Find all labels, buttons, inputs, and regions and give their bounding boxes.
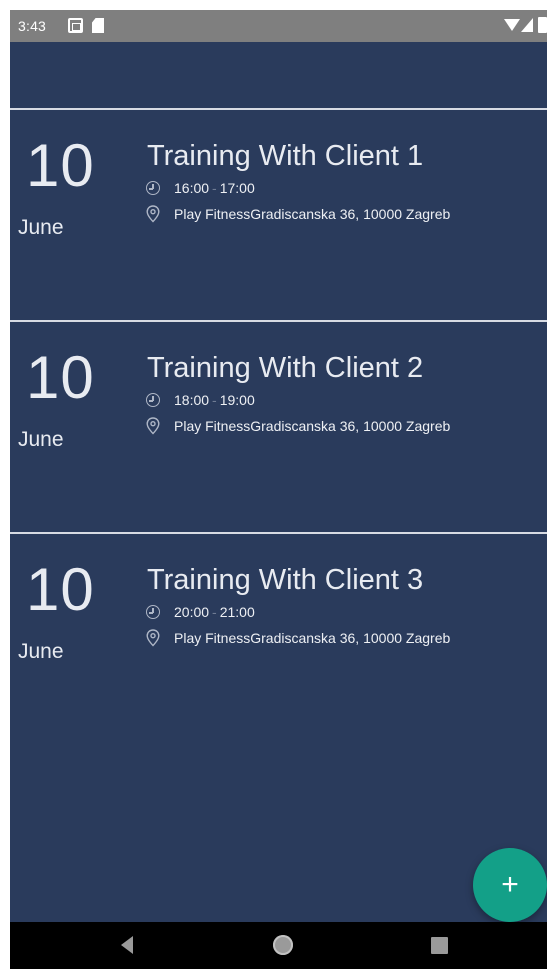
event-item[interactable]: 10 June Training With Client 1 16:00-17:… xyxy=(10,108,547,320)
event-time: 20:00-21:00 xyxy=(174,604,255,620)
phone-frame: 3:43 10 June Training With Client 1 16:0… xyxy=(0,0,547,969)
event-start-time: 20:00 xyxy=(174,604,210,620)
clock-icon xyxy=(146,181,160,195)
event-time-row: 20:00-21:00 xyxy=(146,602,255,622)
event-month: June xyxy=(18,640,64,663)
event-month: June xyxy=(18,428,64,451)
event-item[interactable]: 10 June Training With Client 2 18:00-19:… xyxy=(10,320,547,532)
time-separator: - xyxy=(212,392,217,408)
clock-icon xyxy=(146,393,160,407)
clock-icon xyxy=(146,605,160,619)
event-time: 16:00-17:00 xyxy=(174,180,255,196)
status-bar: 3:43 xyxy=(10,10,547,42)
app-screen: 3:43 10 June Training With Client 1 16:0… xyxy=(10,10,547,969)
add-event-button[interactable]: + xyxy=(473,848,547,922)
event-location: Play FitnessGradiscanska 36, 10000 Zagre… xyxy=(174,630,451,646)
status-time: 3:43 xyxy=(18,18,47,34)
event-month: June xyxy=(18,216,64,239)
event-location-row: Play FitnessGradiscanska 36, 10000 Zagre… xyxy=(146,628,450,648)
wifi-icon xyxy=(504,19,520,31)
event-day: 10 xyxy=(26,344,95,411)
event-title: Training With Client 3 xyxy=(147,564,424,596)
event-title: Training With Client 1 xyxy=(147,140,424,172)
event-item[interactable]: 10 June Training With Client 3 20:00-21:… xyxy=(10,532,547,744)
divider xyxy=(10,108,547,110)
event-time-row: 18:00-19:00 xyxy=(146,390,255,410)
location-pin-icon xyxy=(146,629,160,647)
event-location: Play FitnessGradiscanska 36, 10000 Zagre… xyxy=(174,206,451,222)
plus-icon: + xyxy=(501,868,519,901)
event-day: 10 xyxy=(26,132,95,199)
event-end-time: 19:00 xyxy=(219,392,255,408)
back-icon[interactable] xyxy=(121,936,133,954)
event-end-time: 17:00 xyxy=(219,180,255,196)
calendar-icon xyxy=(68,18,83,33)
event-location-row: Play FitnessGradiscanska 36, 10000 Zagre… xyxy=(146,416,450,436)
home-icon[interactable] xyxy=(273,935,293,955)
battery-icon xyxy=(538,17,547,33)
event-end-time: 21:00 xyxy=(219,604,255,620)
event-time-row: 16:00-17:00 xyxy=(146,178,255,198)
sd-card-icon xyxy=(92,18,104,33)
divider xyxy=(10,532,547,534)
app-bar xyxy=(10,42,547,108)
location-pin-icon xyxy=(146,205,160,223)
event-start-time: 18:00 xyxy=(174,392,210,408)
navigation-bar xyxy=(10,922,547,969)
time-separator: - xyxy=(212,180,217,196)
event-day: 10 xyxy=(26,556,95,623)
event-title: Training With Client 2 xyxy=(147,352,424,384)
recents-icon[interactable] xyxy=(431,937,448,954)
signal-icon xyxy=(521,18,533,32)
time-separator: - xyxy=(212,604,217,620)
location-pin-icon xyxy=(146,417,160,435)
event-time: 18:00-19:00 xyxy=(174,392,255,408)
event-location-row: Play FitnessGradiscanska 36, 10000 Zagre… xyxy=(146,204,450,224)
divider xyxy=(10,320,547,322)
event-location: Play FitnessGradiscanska 36, 10000 Zagre… xyxy=(174,418,451,434)
event-start-time: 16:00 xyxy=(174,180,210,196)
